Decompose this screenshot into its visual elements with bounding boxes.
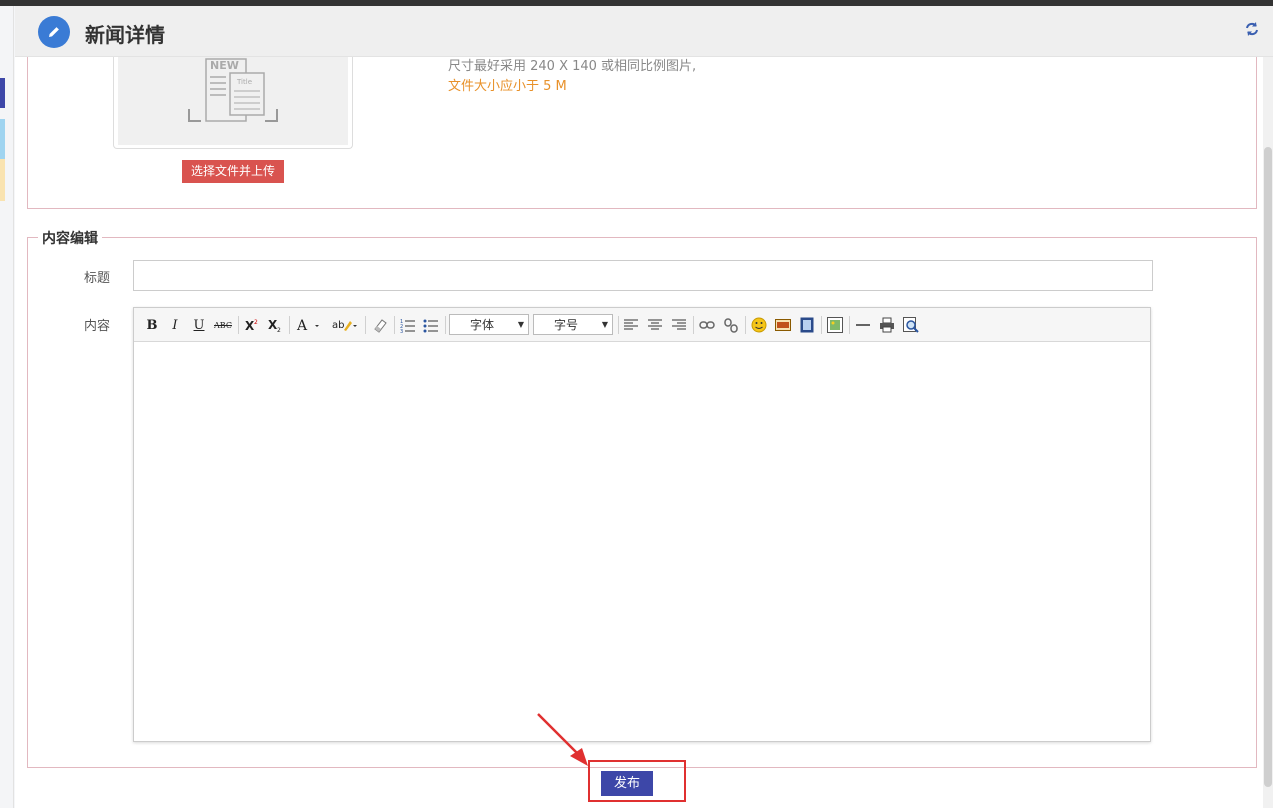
preview-icon[interactable] xyxy=(901,315,921,335)
svg-text:3: 3 xyxy=(400,329,403,333)
emoticon-icon[interactable] xyxy=(749,315,769,335)
scrollbar-thumb[interactable] xyxy=(1264,147,1272,787)
svg-text:ab: ab xyxy=(332,320,344,331)
eraser-icon[interactable] xyxy=(370,315,390,335)
ordered-list-icon[interactable]: 123 xyxy=(398,315,418,335)
page-title: 新闻详情 xyxy=(85,23,165,47)
image-preview: NEW Title xyxy=(113,57,353,149)
italic-button[interactable]: I xyxy=(165,315,185,335)
editor-content-area[interactable] xyxy=(134,343,1150,741)
content-edit-section: 内容编辑 标题 内容 B I U ABC X2 X2 A ab 1 2 3 字体… xyxy=(27,228,1257,768)
title-label: 标题 xyxy=(84,271,111,286)
pencil-icon xyxy=(38,16,70,48)
image-size-hint: 尺寸最好采用 240 X 140 或相同比例图片, xyxy=(448,59,697,74)
svg-text:2: 2 xyxy=(277,327,281,332)
news-detail-panel: 新闻详情 NEW Title 选择文件并上传 尺寸最好采用 240 X 140 … xyxy=(15,6,1273,808)
svg-text:2: 2 xyxy=(254,319,258,326)
sidebar-marker-yellow xyxy=(0,159,5,201)
print-icon[interactable] xyxy=(877,315,897,335)
chevron-down-icon: ▼ xyxy=(517,320,525,329)
font-size-select[interactable]: 字号 ▼ xyxy=(533,314,613,335)
align-left-icon[interactable] xyxy=(621,315,641,335)
unlink-icon[interactable] xyxy=(721,315,741,335)
content-label: 内容 xyxy=(84,319,111,334)
font-family-select[interactable]: 字体 ▼ xyxy=(449,314,529,335)
upload-file-button[interactable]: 选择文件并上传 xyxy=(182,160,284,183)
content-edit-legend: 内容编辑 xyxy=(38,228,102,248)
font-color-icon[interactable]: A xyxy=(294,315,324,335)
highlight-color-icon[interactable]: ab xyxy=(329,315,361,335)
unordered-list-icon[interactable] xyxy=(421,315,441,335)
svg-text:A: A xyxy=(296,318,308,333)
sidebar-marker-blue xyxy=(0,119,5,159)
vertical-scrollbar[interactable] xyxy=(1263,57,1273,808)
font-size-value: 字号 xyxy=(553,318,578,332)
superscript-icon[interactable]: X2 xyxy=(242,315,262,335)
placeholder-new-text: NEW xyxy=(210,59,239,72)
left-sidebar-strip xyxy=(0,6,14,808)
subscript-icon[interactable]: X2 xyxy=(265,315,285,335)
bold-button[interactable]: B xyxy=(142,315,162,335)
publish-button[interactable]: 发布 xyxy=(601,771,653,796)
placeholder-title-text: Title xyxy=(236,78,252,86)
sidebar-active-marker xyxy=(0,78,5,108)
font-family-value: 字体 xyxy=(469,318,494,332)
align-right-icon[interactable] xyxy=(669,315,689,335)
align-center-icon[interactable] xyxy=(645,315,665,335)
refresh-icon[interactable] xyxy=(1243,20,1261,38)
link-icon[interactable] xyxy=(697,315,717,335)
insert-image-icon[interactable] xyxy=(825,315,845,335)
editor-toolbar: B I U ABC X2 X2 A ab 1 2 3 字体 ▼ 字号 ▼ xyxy=(134,308,1150,342)
chevron-down-icon: ▼ xyxy=(601,320,609,329)
image-placeholder: NEW Title xyxy=(118,57,348,145)
rich-text-editor[interactable]: B I U ABC X2 X2 A ab 1 2 3 字体 ▼ 字号 ▼ xyxy=(133,307,1151,742)
horizontal-rule-icon[interactable] xyxy=(853,315,873,335)
underline-button[interactable]: U xyxy=(189,315,209,335)
file-size-hint: 文件大小应小于 5 M xyxy=(448,79,567,94)
strikethrough-button[interactable]: ABC xyxy=(212,315,234,335)
video-icon[interactable] xyxy=(797,315,817,335)
title-input[interactable] xyxy=(133,260,1153,291)
image-icon[interactable] xyxy=(773,315,793,335)
image-upload-section: NEW Title 选择文件并上传 尺寸最好采用 240 X 140 或相同比例… xyxy=(27,57,1257,209)
panel-header: 新闻详情 xyxy=(15,6,1273,57)
